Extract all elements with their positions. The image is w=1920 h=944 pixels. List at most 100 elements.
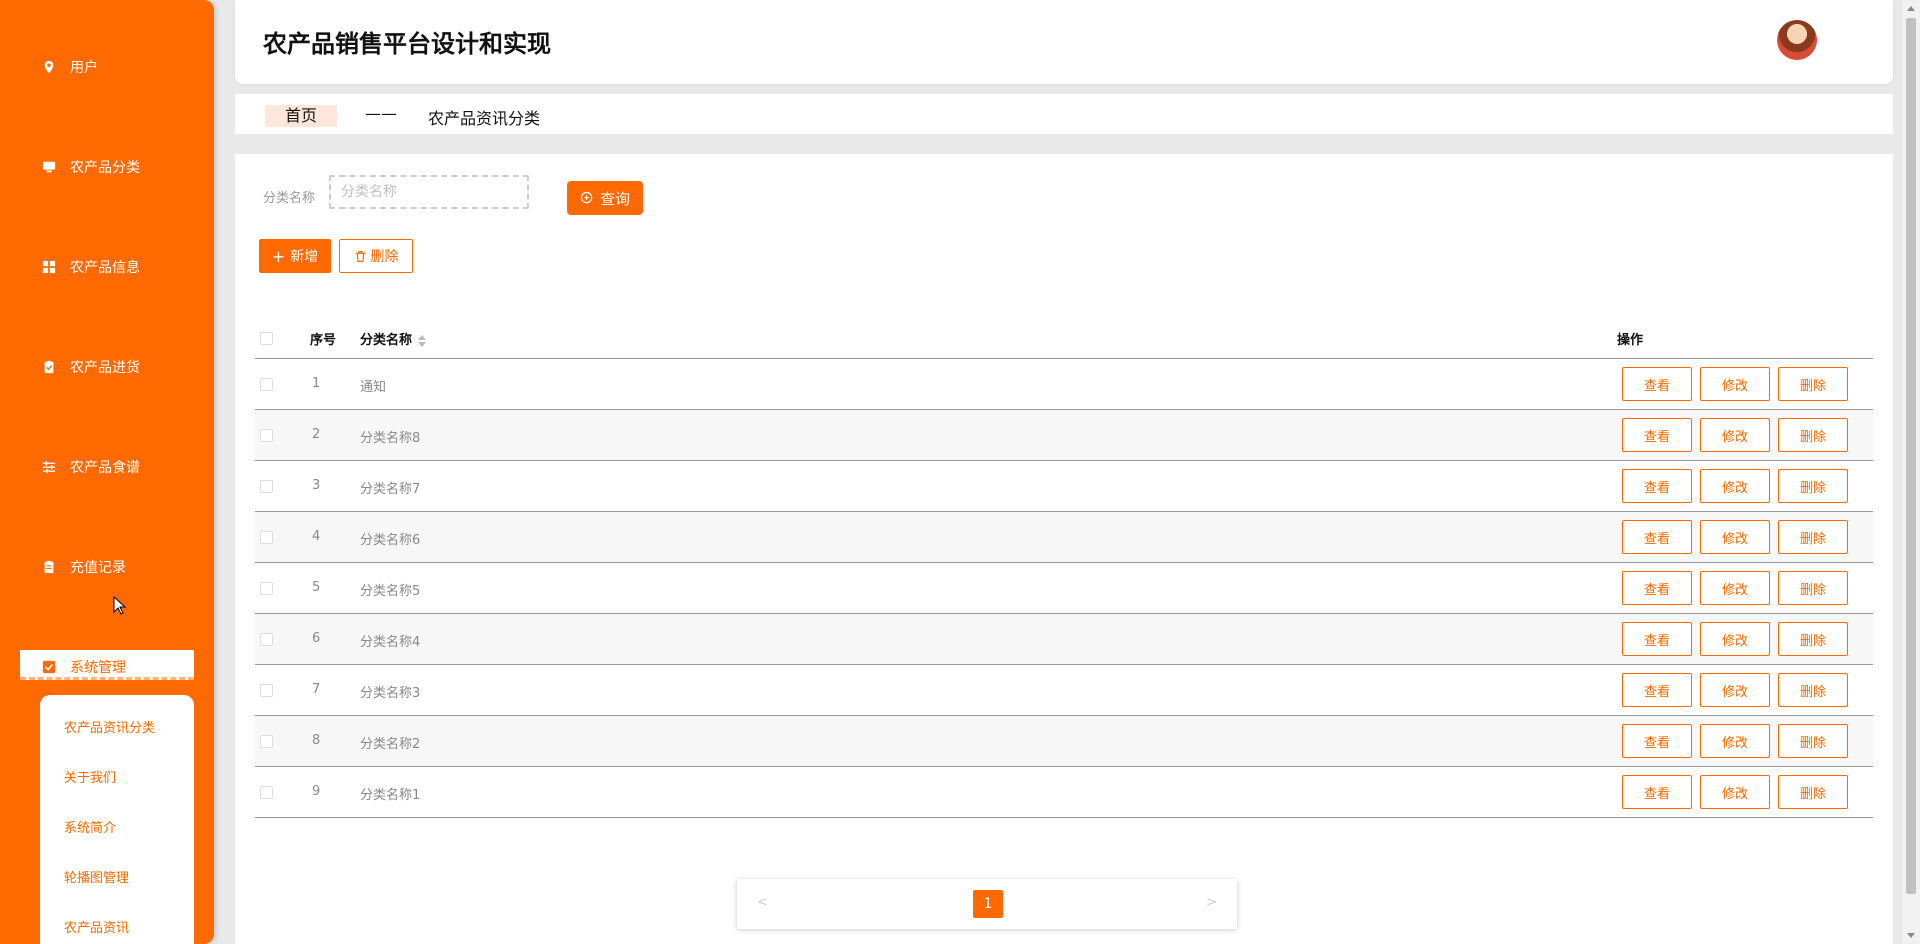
checkbox-icon <box>42 660 56 674</box>
delete-button[interactable]: 删除 <box>1778 775 1848 809</box>
add-button[interactable]: + 新增 <box>259 239 331 273</box>
row-checkbox[interactable] <box>260 633 273 646</box>
batch-delete-button-label: 删除 <box>370 249 399 265</box>
view-button[interactable]: 查看 <box>1622 724 1692 758</box>
edit-button[interactable]: 修改 <box>1700 724 1770 758</box>
breadcrumb-separator: —— <box>365 104 397 123</box>
scroll-thumb[interactable] <box>1906 18 1916 894</box>
table-row: 1 通知 查看 修改 删除 <box>255 359 1873 410</box>
table-row: 2 分类名称8 查看 修改 删除 <box>255 410 1873 461</box>
sliders-icon <box>42 460 56 474</box>
row-name: 通知 <box>360 380 387 395</box>
delete-button[interactable]: 删除 <box>1778 367 1848 401</box>
delete-button[interactable]: 删除 <box>1778 418 1848 452</box>
row-no: 2 <box>312 427 321 442</box>
table-row: 6 分类名称4 查看 修改 删除 <box>255 614 1873 665</box>
delete-button[interactable]: 删除 <box>1778 469 1848 503</box>
edit-button[interactable]: 修改 <box>1700 520 1770 554</box>
plus-icon: + <box>271 246 286 266</box>
row-no: 1 <box>312 376 321 391</box>
row-checkbox[interactable] <box>260 582 273 595</box>
edit-button[interactable]: 修改 <box>1700 775 1770 809</box>
vertical-scrollbar[interactable] <box>1902 0 1920 944</box>
view-button[interactable]: 查看 <box>1622 571 1692 605</box>
row-no: 8 <box>312 733 321 748</box>
view-button[interactable]: 查看 <box>1622 775 1692 809</box>
row-checkbox[interactable] <box>260 429 273 442</box>
delete-button[interactable]: 删除 <box>1778 622 1848 656</box>
query-button[interactable]: 查询 <box>567 181 643 215</box>
row-checkbox[interactable] <box>260 735 273 748</box>
scroll-up-icon[interactable] <box>1907 6 1915 11</box>
delete-button[interactable]: 删除 <box>1778 571 1848 605</box>
submenu-item-product-news[interactable]: 农产品资讯 <box>64 917 129 936</box>
submenu-item-system-intro[interactable]: 系统简介 <box>64 817 116 836</box>
table-row: 9 分类名称1 查看 修改 删除 <box>255 767 1873 818</box>
row-checkbox[interactable] <box>260 378 273 391</box>
edit-button[interactable]: 修改 <box>1700 622 1770 656</box>
sort-icon[interactable] <box>418 334 427 347</box>
page-number-button[interactable]: 1 <box>973 890 1003 918</box>
edit-button[interactable]: 修改 <box>1700 367 1770 401</box>
view-button[interactable]: 查看 <box>1622 520 1692 554</box>
view-button[interactable]: 查看 <box>1622 367 1692 401</box>
sidebar-item-product-purchase[interactable]: 农产品进货 <box>42 355 140 379</box>
sidebar-item-user[interactable]: 用户 <box>42 55 98 79</box>
submenu-item-about-us[interactable]: 关于我们 <box>64 767 116 786</box>
breadcrumb-home[interactable]: 首页 <box>265 105 337 127</box>
app-title: 农产品销售平台设计和实现 <box>263 30 551 58</box>
row-no: 5 <box>312 580 321 595</box>
sidebar-item-recharge-records[interactable]: 充值记录 <box>42 555 126 579</box>
delete-button[interactable]: 删除 <box>1778 520 1848 554</box>
search-input[interactable] <box>329 175 529 209</box>
header-name[interactable]: 分类名称 <box>360 329 427 348</box>
add-button-label: 新增 <box>290 249 319 265</box>
row-no: 3 <box>312 478 321 493</box>
sidebar-item-system-management[interactable]: 系统管理 <box>42 655 126 679</box>
batch-delete-button[interactable]: 删除 <box>339 239 413 273</box>
row-name: 分类名称2 <box>360 737 421 752</box>
row-checkbox[interactable] <box>260 786 273 799</box>
row-checkbox[interactable] <box>260 684 273 697</box>
row-name: 分类名称3 <box>360 686 421 701</box>
submenu-item-carousel-management[interactable]: 轮播图管理 <box>64 867 129 886</box>
next-page-button[interactable]: > <box>1206 895 1217 910</box>
submenu-item-news-category[interactable]: 农产品资讯分类 <box>64 717 155 736</box>
edit-button[interactable]: 修改 <box>1700 469 1770 503</box>
row-name: 分类名称4 <box>360 635 421 650</box>
header: 农产品销售平台设计和实现 <box>235 0 1893 84</box>
view-button[interactable]: 查看 <box>1622 469 1692 503</box>
header-name-label: 分类名称 <box>360 333 413 348</box>
prev-page-button[interactable]: < <box>757 895 768 910</box>
search-plus-icon <box>580 191 593 204</box>
sidebar-item-product-info[interactable]: 农产品信息 <box>42 255 140 279</box>
table-row: 3 分类名称7 查看 修改 删除 <box>255 461 1873 512</box>
sidebar: 用户 农产品分类 农产品信息 农产品进货 农产品食谱 充值记录 系统管理 农产品… <box>0 0 214 944</box>
edit-button[interactable]: 修改 <box>1700 673 1770 707</box>
clipboard-icon <box>42 560 56 574</box>
row-name: 分类名称7 <box>360 482 421 497</box>
avatar[interactable] <box>1777 20 1817 60</box>
sidebar-item-label: 用户 <box>70 60 98 76</box>
row-checkbox[interactable] <box>260 531 273 544</box>
row-no: 7 <box>312 682 321 697</box>
row-name: 分类名称8 <box>360 431 421 446</box>
view-button[interactable]: 查看 <box>1622 622 1692 656</box>
sidebar-item-product-recipe[interactable]: 农产品食谱 <box>42 455 140 479</box>
table-row: 8 分类名称2 查看 修改 删除 <box>255 716 1873 767</box>
view-button[interactable]: 查看 <box>1622 418 1692 452</box>
scroll-down-icon[interactable] <box>1907 933 1915 938</box>
delete-button[interactable]: 删除 <box>1778 673 1848 707</box>
trash-icon <box>355 250 365 262</box>
sidebar-item-product-category[interactable]: 农产品分类 <box>42 155 140 179</box>
select-all-checkbox[interactable] <box>260 332 273 345</box>
edit-button[interactable]: 修改 <box>1700 418 1770 452</box>
view-button[interactable]: 查看 <box>1622 673 1692 707</box>
table-row: 7 分类名称3 查看 修改 删除 <box>255 665 1873 716</box>
header-no: 序号 <box>310 333 337 348</box>
row-name: 分类名称6 <box>360 533 421 548</box>
delete-button[interactable]: 删除 <box>1778 724 1848 758</box>
sidebar-submenu: 农产品资讯分类 关于我们 系统简介 轮播图管理 农产品资讯 <box>40 695 194 944</box>
edit-button[interactable]: 修改 <box>1700 571 1770 605</box>
row-checkbox[interactable] <box>260 480 273 493</box>
